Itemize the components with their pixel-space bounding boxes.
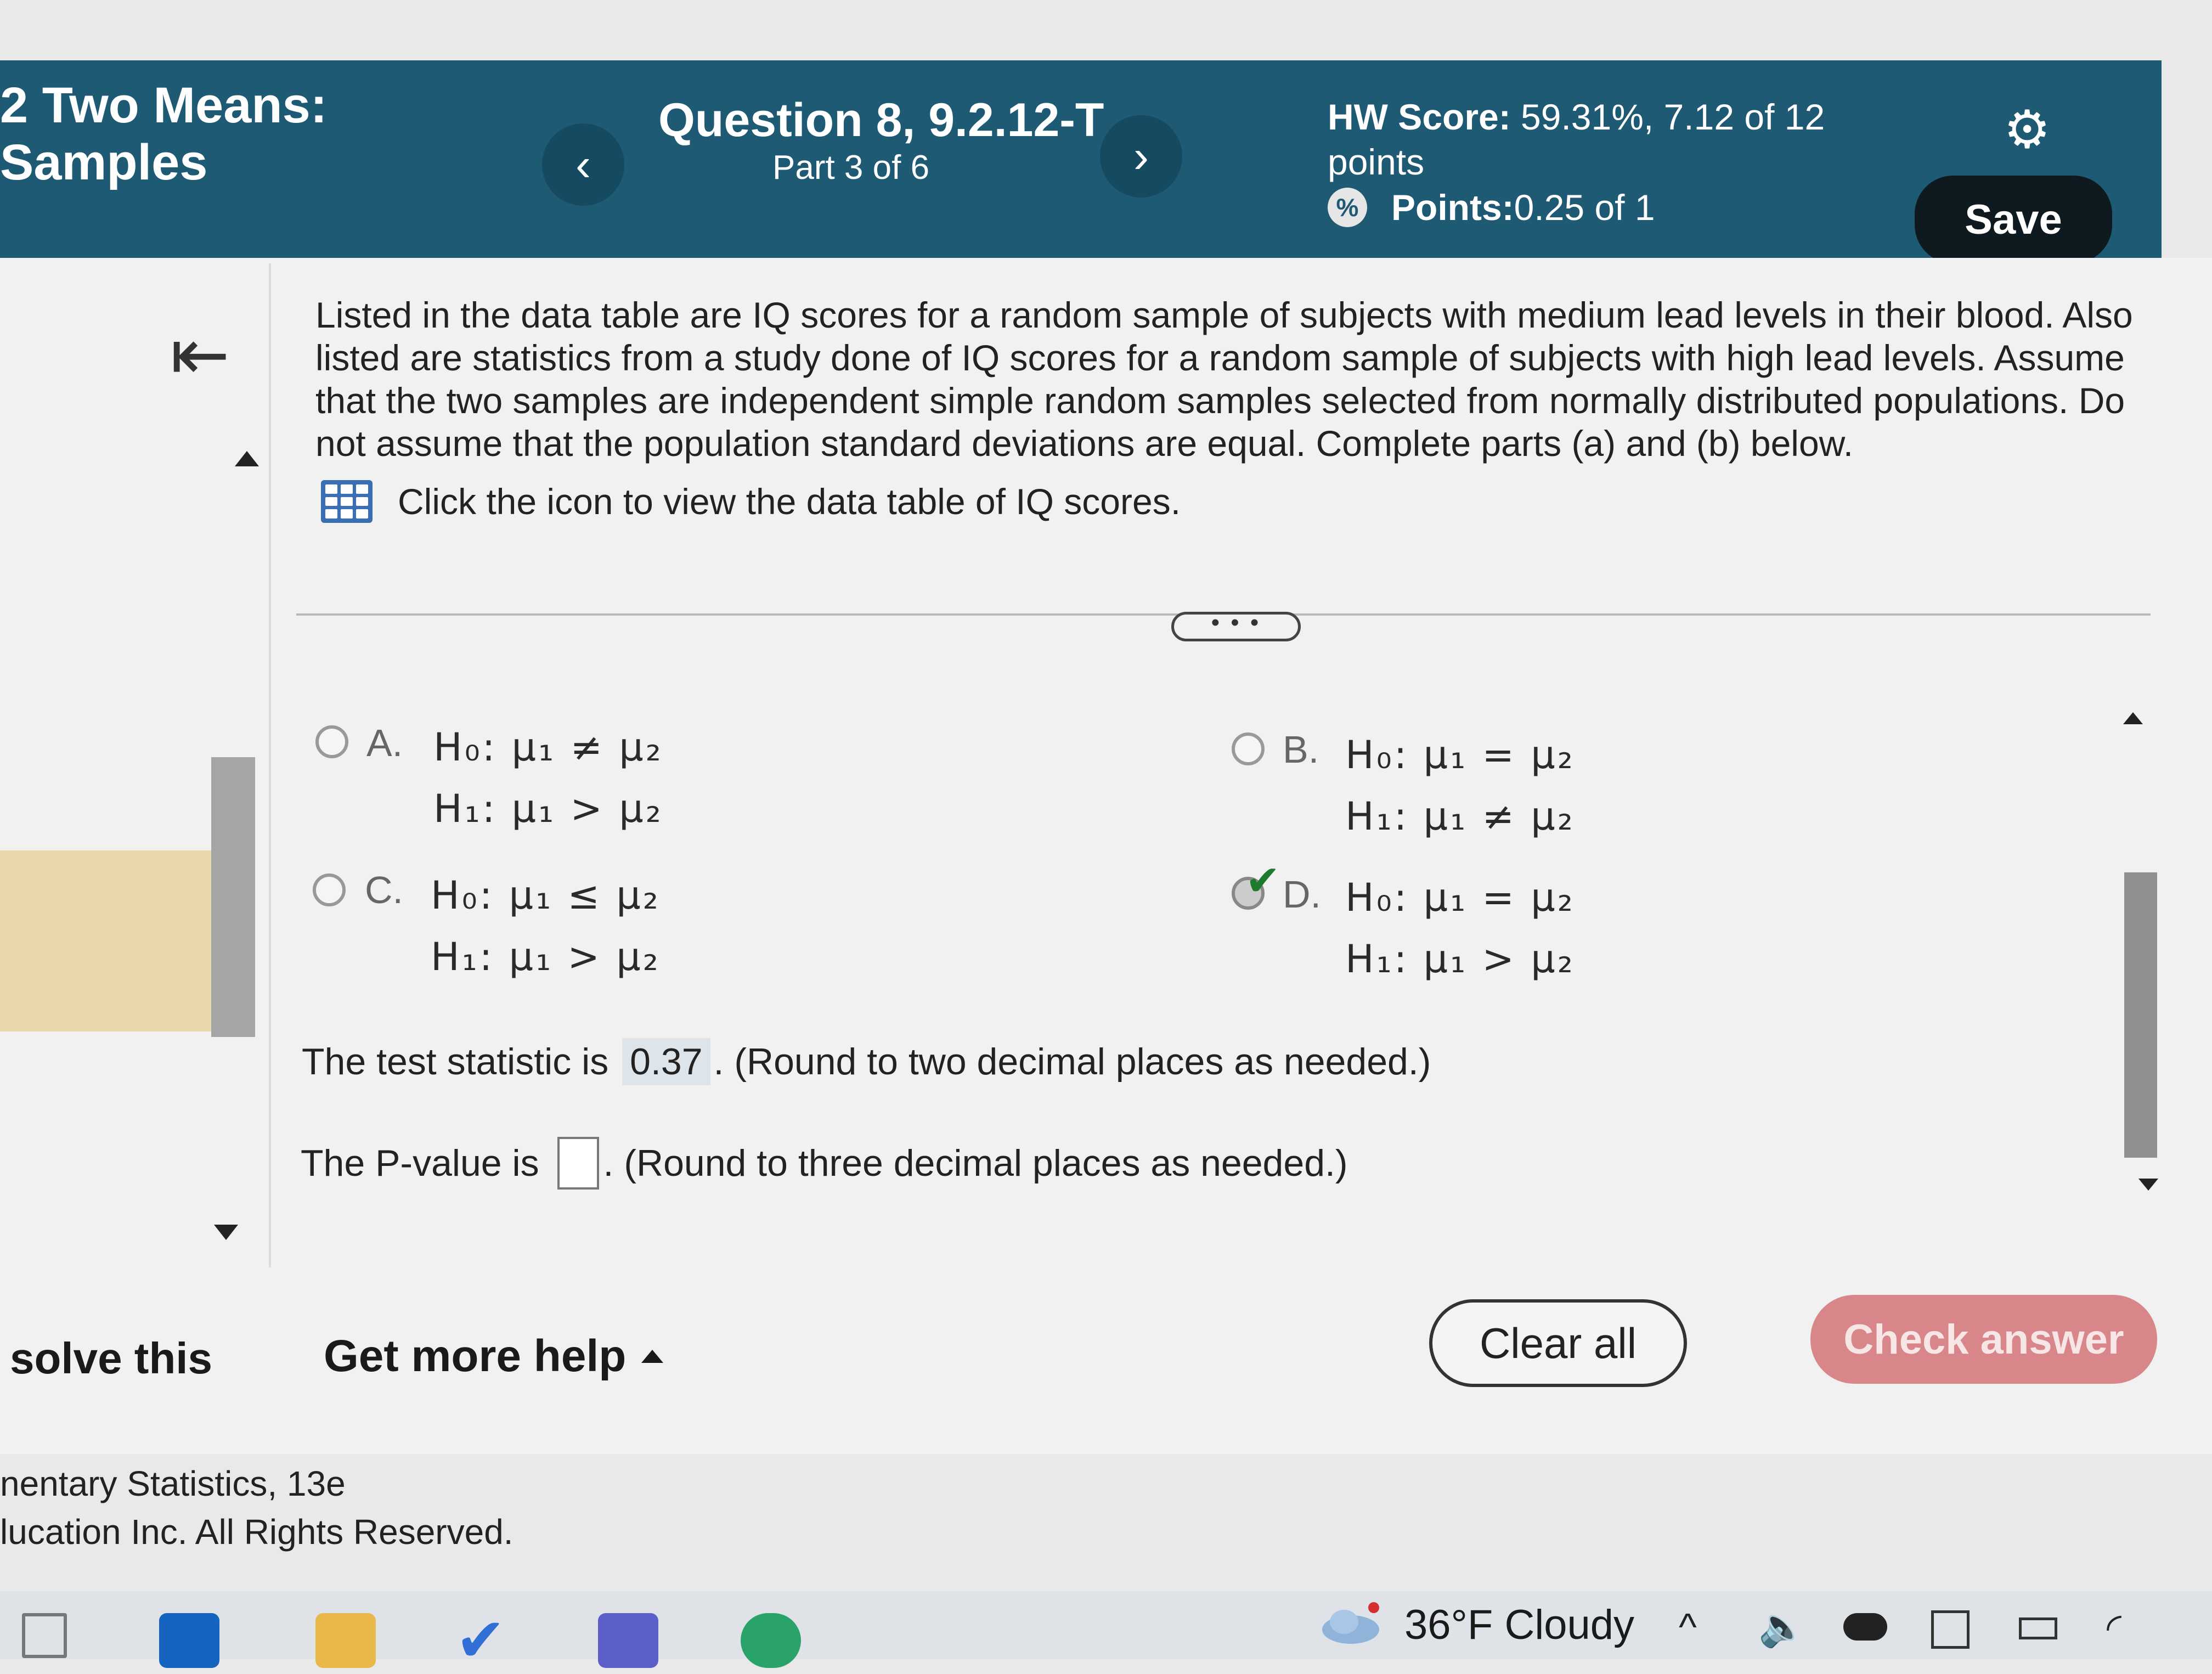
file-explorer-icon[interactable] bbox=[315, 1613, 376, 1668]
speaker-icon[interactable]: 🔈 bbox=[1758, 1605, 1806, 1650]
right-scroll-down-icon[interactable] bbox=[2138, 1179, 2158, 1191]
p-value-prefix: The P-value is bbox=[301, 1142, 550, 1184]
right-scrollbar-thumb[interactable] bbox=[2124, 872, 2157, 1158]
hw-score: HW Score: 59.31%, 7.12 of 12 points bbox=[1328, 94, 1854, 184]
section-title: 2 Two Means: Samples bbox=[0, 77, 328, 190]
save-button[interactable]: Save bbox=[1915, 176, 2112, 263]
clear-all-button[interactable]: Clear all bbox=[1429, 1299, 1687, 1387]
hw-score-label: HW Score: bbox=[1328, 97, 1511, 137]
data-table-icon[interactable] bbox=[321, 480, 373, 523]
help-me-solve-this-button[interactable]: solve this bbox=[10, 1333, 212, 1384]
task-view-icon[interactable] bbox=[22, 1613, 67, 1658]
get-more-help-label: Get more help bbox=[324, 1331, 627, 1381]
option-b-h0: H₀: μ₁ = μ₂ bbox=[1345, 732, 1575, 777]
option-d-h1: H₁: μ₁ > μ₂ bbox=[1345, 937, 1575, 982]
option-a-h1: H₁: μ₁ > μ₂ bbox=[433, 786, 663, 831]
battery-icon[interactable] bbox=[2019, 1617, 2057, 1639]
option-d-letter: D. bbox=[1283, 873, 1321, 916]
test-statistic-prefix: The test statistic is bbox=[302, 1041, 619, 1083]
points: % Points: 0.25 of 1 bbox=[1328, 187, 1655, 228]
weather-text: 36°F Cloudy bbox=[1404, 1602, 1635, 1648]
option-a-letter: A. bbox=[366, 722, 403, 764]
check-answer-button[interactable]: Check answer bbox=[1810, 1295, 2157, 1384]
onedrive-cloud-icon[interactable] bbox=[1843, 1613, 1887, 1641]
points-label: Points: bbox=[1391, 187, 1514, 228]
teams-icon[interactable] bbox=[598, 1613, 658, 1668]
question-header: 2 Two Means: Samples ‹ Question 8, 9.2.1… bbox=[0, 60, 2162, 263]
option-b-h1: H₁: μ₁ ≠ μ₂ bbox=[1345, 794, 1575, 839]
caret-up-icon bbox=[641, 1350, 664, 1363]
left-scroll-down-icon[interactable] bbox=[214, 1225, 238, 1240]
expand-more-button[interactable]: • • • bbox=[1171, 611, 1301, 641]
points-value: 0.25 of 1 bbox=[1514, 187, 1655, 228]
collapse-panel-icon[interactable]: ⇤ bbox=[170, 313, 230, 396]
keyboard-icon[interactable] bbox=[1931, 1610, 1970, 1649]
right-scroll-up-icon[interactable] bbox=[2123, 712, 2143, 724]
option-c-radio[interactable] bbox=[313, 873, 346, 906]
test-statistic-suffix: . (Round to two decimal places as needed… bbox=[713, 1041, 1431, 1083]
option-b-radio[interactable] bbox=[1232, 732, 1265, 765]
cloudy-weather-icon[interactable] bbox=[1317, 1602, 1383, 1646]
option-d-h0: H₀: μ₁ = μ₂ bbox=[1345, 875, 1575, 920]
option-c-letter: C. bbox=[365, 869, 403, 911]
p-value-sentence: The P-value is . (Round to three decimal… bbox=[301, 1137, 1348, 1190]
correct-check-icon: ✔ bbox=[1245, 858, 1280, 904]
chevron-left-icon: ‹ bbox=[575, 138, 591, 190]
p-value-suffix: . (Round to three decimal places as need… bbox=[603, 1142, 1348, 1184]
settings-gear-icon[interactable]: ⚙ bbox=[2002, 104, 2052, 156]
partial-credit-icon: % bbox=[1328, 188, 1367, 227]
option-a-radio[interactable] bbox=[315, 725, 348, 758]
todo-check-icon[interactable]: ✔ bbox=[455, 1610, 516, 1671]
panel-divider bbox=[269, 263, 271, 1267]
wifi-icon[interactable]: ◜ bbox=[2107, 1605, 2121, 1650]
get-more-help-button[interactable]: Get more help bbox=[324, 1331, 664, 1382]
chevron-up-icon[interactable]: ^ bbox=[1679, 1605, 1697, 1649]
problem-statement: Listed in the data table are IQ scores f… bbox=[315, 295, 2133, 464]
chevron-right-icon: › bbox=[1133, 130, 1149, 182]
data-table-link[interactable]: Click the icon to view the data table of… bbox=[321, 480, 1181, 523]
next-question-button[interactable]: › bbox=[1100, 115, 1182, 198]
p-value-input[interactable] bbox=[557, 1137, 599, 1190]
left-scrollbar-thumb[interactable] bbox=[211, 757, 255, 1037]
previous-question-button[interactable]: ‹ bbox=[542, 123, 624, 206]
question-part: Part 3 of 6 bbox=[772, 149, 930, 187]
test-statistic-answer[interactable]: 0.37 bbox=[622, 1038, 710, 1085]
option-b-letter: B. bbox=[1283, 728, 1319, 771]
edge-browser-icon[interactable] bbox=[741, 1613, 801, 1668]
option-c-h1: H₁: μ₁ > μ₂ bbox=[431, 934, 661, 979]
test-statistic-sentence: The test statistic is 0.37. (Round to tw… bbox=[302, 1038, 1431, 1085]
data-table-link-text: Click the icon to view the data table of… bbox=[398, 481, 1181, 522]
question-title: Question 8, 9.2.12-T bbox=[658, 94, 1104, 146]
option-a-h0: H₀: μ₁ ≠ μ₂ bbox=[433, 725, 663, 770]
left-scroll-up-icon[interactable] bbox=[235, 451, 259, 466]
left-highlight-band bbox=[0, 850, 211, 1032]
outlook-icon[interactable] bbox=[159, 1613, 219, 1668]
copyright-text: nentary Statistics, 13e lucation Inc. Al… bbox=[0, 1464, 514, 1552]
option-c-h0: H₀: μ₁ ≤ μ₂ bbox=[431, 873, 661, 918]
